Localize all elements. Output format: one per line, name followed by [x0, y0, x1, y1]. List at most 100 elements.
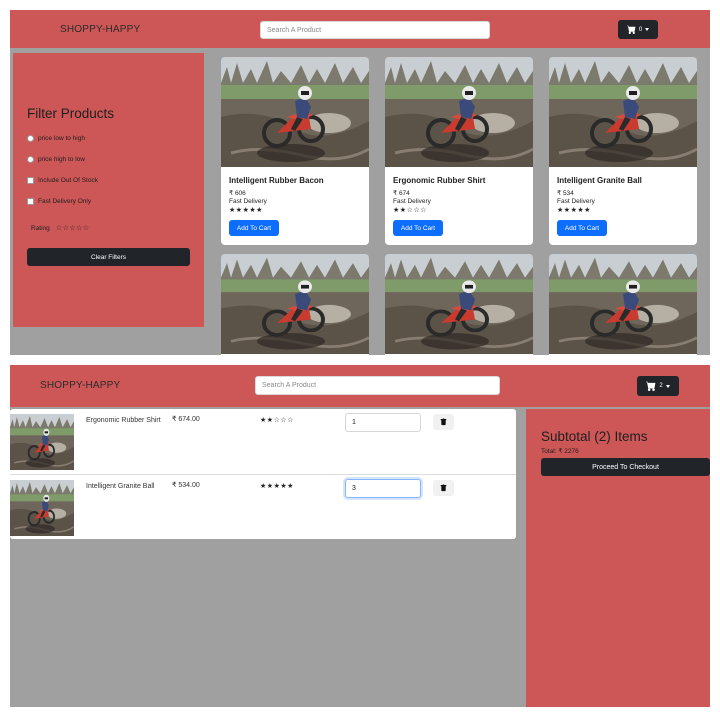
- star-icon: ★: [570, 207, 577, 214]
- filter-option-label: price high to low: [38, 156, 85, 163]
- star-icon: ★: [563, 207, 571, 214]
- star-icon[interactable]: ☆: [69, 225, 75, 232]
- star-icon: ★: [242, 207, 249, 214]
- star-icon: ★: [393, 207, 400, 214]
- product-card: Intelligent Granite Ball ₹ 534 Fast Deli…: [549, 57, 697, 245]
- star-icon: ☆: [413, 207, 420, 214]
- star-icon: ★: [266, 417, 274, 424]
- radio-button[interactable]: [27, 135, 34, 142]
- star-icon: ☆: [406, 207, 413, 214]
- star-icon: ★: [229, 207, 236, 214]
- star-icon: ★: [235, 207, 243, 214]
- star-icon: ☆: [273, 417, 280, 424]
- rating-label: Rating: [31, 225, 50, 232]
- add-to-cart-button[interactable]: Add To Cart: [229, 220, 279, 236]
- product-price: ₹ 674: [393, 190, 410, 197]
- quantity-select[interactable]: 3: [345, 479, 421, 498]
- product-card: [221, 254, 369, 355]
- add-to-cart-button[interactable]: Add To Cart: [557, 220, 607, 236]
- delete-item-button[interactable]: [433, 414, 454, 430]
- star-icon[interactable]: ☆: [83, 225, 89, 232]
- star-icon: ☆: [420, 207, 427, 214]
- star-icon: ★: [557, 207, 564, 214]
- search-input[interactable]: Search A Product: [255, 376, 500, 395]
- star-icon: ★: [260, 417, 267, 424]
- brand-logo[interactable]: SHOPPY-HAPPY: [60, 24, 140, 35]
- product-image: [549, 57, 697, 167]
- delete-item-button[interactable]: [433, 480, 454, 496]
- delivery-info: Fast Delivery: [557, 198, 595, 205]
- cart-dropdown-button[interactable]: 0: [618, 20, 658, 39]
- product-title: Ergonomic Rubber Shirt: [393, 176, 486, 185]
- product-image: [221, 57, 369, 167]
- delivery-info: Fast Delivery: [393, 198, 431, 205]
- proceed-to-checkout-button[interactable]: Proceed To Checkout: [541, 458, 710, 476]
- cart-count-badge: 0: [638, 26, 643, 33]
- cart-item-row: Intelligent Granite Ball ₹ 534.00 ★ ★ ★ ★ ★ …: [10, 475, 516, 540]
- star-icon[interactable]: ☆: [76, 225, 82, 232]
- add-to-cart-button[interactable]: Add To Cart: [393, 220, 443, 236]
- cart-item-row: Ergonomic Rubber Shirt ₹ 674.00 ★ ★ ☆ ☆ ☆ 1: [10, 409, 516, 474]
- star-icon: ★: [577, 207, 584, 214]
- star-icon[interactable]: ☆: [56, 225, 62, 232]
- filter-option-label: Include Out Of Stock: [38, 177, 98, 184]
- delivery-info: Fast Delivery: [229, 198, 267, 205]
- cart-item-price: ₹ 534.00: [172, 482, 200, 489]
- order-total: Total: ₹ 2276: [541, 448, 579, 455]
- trash-icon: [440, 418, 447, 426]
- checkbox[interactable]: [27, 198, 34, 205]
- product-rating: ★ ★ ☆ ☆ ☆: [393, 207, 426, 214]
- product-card: Intelligent Rubber Bacon ₹ 606 Fast Deli…: [221, 57, 369, 245]
- cart-item-price: ₹ 674.00: [172, 416, 200, 423]
- filter-price-high-low[interactable]: price high to low: [27, 156, 85, 163]
- star-icon[interactable]: ☆: [63, 225, 69, 232]
- filter-title: Filter Products: [27, 106, 115, 121]
- filter-sidebar: Filter Products price low to high price …: [13, 53, 204, 327]
- clear-filters-button[interactable]: Clear Filters: [27, 248, 190, 266]
- cart-item-name: Intelligent Granite Ball: [86, 483, 155, 490]
- order-summary: Subtotal (2) Items Total: ₹ 2276 Proceed…: [526, 409, 710, 707]
- subtotal-heading: Subtotal (2) Items: [541, 429, 648, 444]
- star-icon: ★: [260, 483, 267, 490]
- star-icon: ★: [256, 207, 263, 214]
- star-icon: ☆: [280, 417, 287, 424]
- product-thumbnail: [10, 480, 74, 536]
- caret-down-icon: [665, 384, 670, 388]
- caret-down-icon: [645, 28, 650, 31]
- product-title: Intelligent Rubber Bacon: [229, 176, 324, 185]
- product-image: [385, 254, 533, 354]
- product-thumbnail: [10, 414, 74, 470]
- cart-item-name: Ergonomic Rubber Shirt: [86, 417, 161, 424]
- star-icon: ★: [287, 483, 294, 490]
- product-listing-screen: SHOPPY-HAPPY Search A Product 0 Filter P…: [10, 10, 710, 355]
- product-card: [549, 254, 697, 355]
- star-icon: ★: [280, 483, 287, 490]
- product-price: ₹ 606: [229, 190, 246, 197]
- star-icon: ★: [266, 483, 274, 490]
- radio-button[interactable]: [27, 156, 34, 163]
- rating-stars[interactable]: ☆ ☆ ☆ ☆ ☆: [56, 225, 89, 232]
- product-image: [549, 254, 697, 354]
- product-rating: ★ ★ ★ ★ ★: [557, 207, 590, 214]
- filter-price-low-high[interactable]: price low to high: [27, 135, 85, 142]
- rating-filter: Rating ☆ ☆ ☆ ☆ ☆: [31, 225, 89, 232]
- product-title: Intelligent Granite Ball: [557, 176, 642, 185]
- cart-dropdown-button[interactable]: 2: [637, 376, 679, 396]
- checkbox[interactable]: [27, 177, 34, 184]
- trash-icon: [440, 484, 447, 492]
- search-input[interactable]: Search A Product: [260, 21, 490, 39]
- filter-include-out-of-stock[interactable]: Include Out Of Stock: [27, 177, 98, 184]
- cart-item-rating: ★ ★ ☆ ☆ ☆: [260, 417, 293, 424]
- cart-count-badge: 2: [659, 383, 663, 389]
- cart-items-list: Ergonomic Rubber Shirt ₹ 674.00 ★ ★ ☆ ☆ ☆ 1 …: [10, 409, 516, 539]
- filter-option-label: Fast Delivery Only: [38, 198, 92, 205]
- quantity-select[interactable]: 1: [345, 413, 421, 432]
- product-card: Ergonomic Rubber Shirt ₹ 674 Fast Delive…: [385, 57, 533, 245]
- product-rating: ★ ★ ★ ★ ★: [229, 207, 262, 214]
- filter-fast-delivery-only[interactable]: Fast Delivery Only: [27, 198, 91, 205]
- navbar: SHOPPY-HAPPY Search A Product 0: [10, 10, 710, 48]
- cart-item-rating: ★ ★ ★ ★ ★: [260, 483, 293, 490]
- brand-logo[interactable]: SHOPPY-HAPPY: [40, 380, 120, 391]
- cart-screen: SHOPPY-HAPPY Search A Product 2 Ergonomi…: [10, 365, 710, 707]
- star-icon: ★: [584, 207, 591, 214]
